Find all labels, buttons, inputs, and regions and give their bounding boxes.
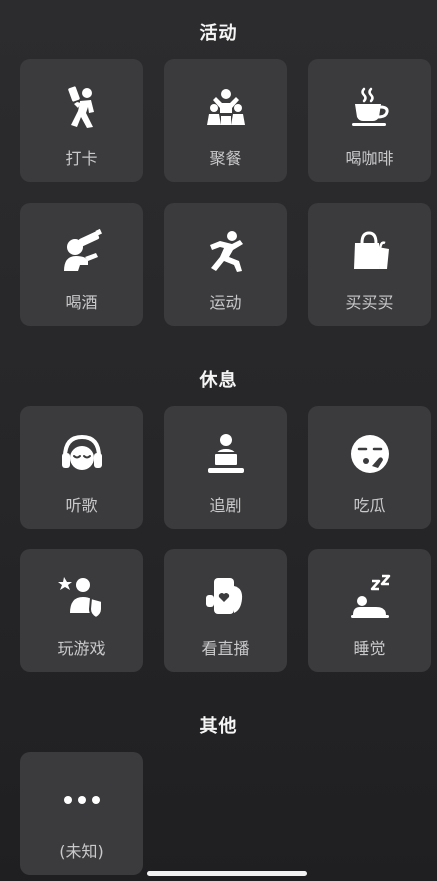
status-tile-coffee[interactable]: 喝咖啡 <box>308 59 431 182</box>
status-tile-tv-drama[interactable]: 追剧 <box>164 406 287 529</box>
status-tile-shopping[interactable]: 买买买 <box>308 203 431 326</box>
status-tile-sleep[interactable]: 睡觉 <box>308 549 431 672</box>
status-tile-unknown[interactable]: (未知) <box>20 752 143 875</box>
tile-label: 运动 <box>209 293 242 312</box>
running-figure-icon <box>202 227 250 275</box>
tile-label: 听歌 <box>65 496 98 515</box>
section-title-activity: 活动 <box>199 23 238 44</box>
check-in-figure-icon <box>58 83 106 131</box>
more-dots-icon <box>58 776 106 824</box>
group-dinner-icon <box>202 83 250 131</box>
tile-label: 追剧 <box>209 496 242 515</box>
tile-label: 喝酒 <box>65 293 98 312</box>
status-tile-live-stream[interactable]: 看直播 <box>164 549 287 672</box>
drinking-icon <box>58 227 106 275</box>
status-tile-gossip[interactable]: 吃瓜 <box>308 406 431 529</box>
tile-label: 聚餐 <box>209 149 242 168</box>
tile-label: 打卡 <box>65 149 98 168</box>
section-title-other: 其他 <box>199 716 238 737</box>
home-indicator[interactable] <box>147 871 307 876</box>
tile-label: 喝咖啡 <box>345 149 394 168</box>
live-stream-phone-icon <box>202 573 250 621</box>
status-tile-drinking[interactable]: 喝酒 <box>20 203 143 326</box>
tile-label: 看直播 <box>201 639 250 658</box>
status-tile-check-in[interactable]: 打卡 <box>20 59 143 182</box>
tile-label: (未知) <box>59 842 104 861</box>
gossip-face-icon <box>346 430 394 478</box>
headphones-face-icon <box>58 430 106 478</box>
tile-label: 买买买 <box>345 293 394 312</box>
status-tile-gaming[interactable]: 玩游戏 <box>20 549 143 672</box>
tile-label: 吃瓜 <box>353 496 386 515</box>
tile-label: 玩游戏 <box>57 639 106 658</box>
status-tile-music[interactable]: 听歌 <box>20 406 143 529</box>
shopping-bag-icon <box>346 227 394 275</box>
coffee-cup-icon <box>346 83 394 131</box>
sleeping-zzz-icon <box>346 573 394 621</box>
watching-tv-icon <box>202 430 250 478</box>
section-title-rest: 休息 <box>199 370 238 391</box>
game-shield-icon <box>57 573 106 621</box>
status-tile-sport[interactable]: 运动 <box>164 203 287 326</box>
tile-label: 睡觉 <box>353 639 386 658</box>
status-tile-group-dinner[interactable]: 聚餐 <box>164 59 287 182</box>
